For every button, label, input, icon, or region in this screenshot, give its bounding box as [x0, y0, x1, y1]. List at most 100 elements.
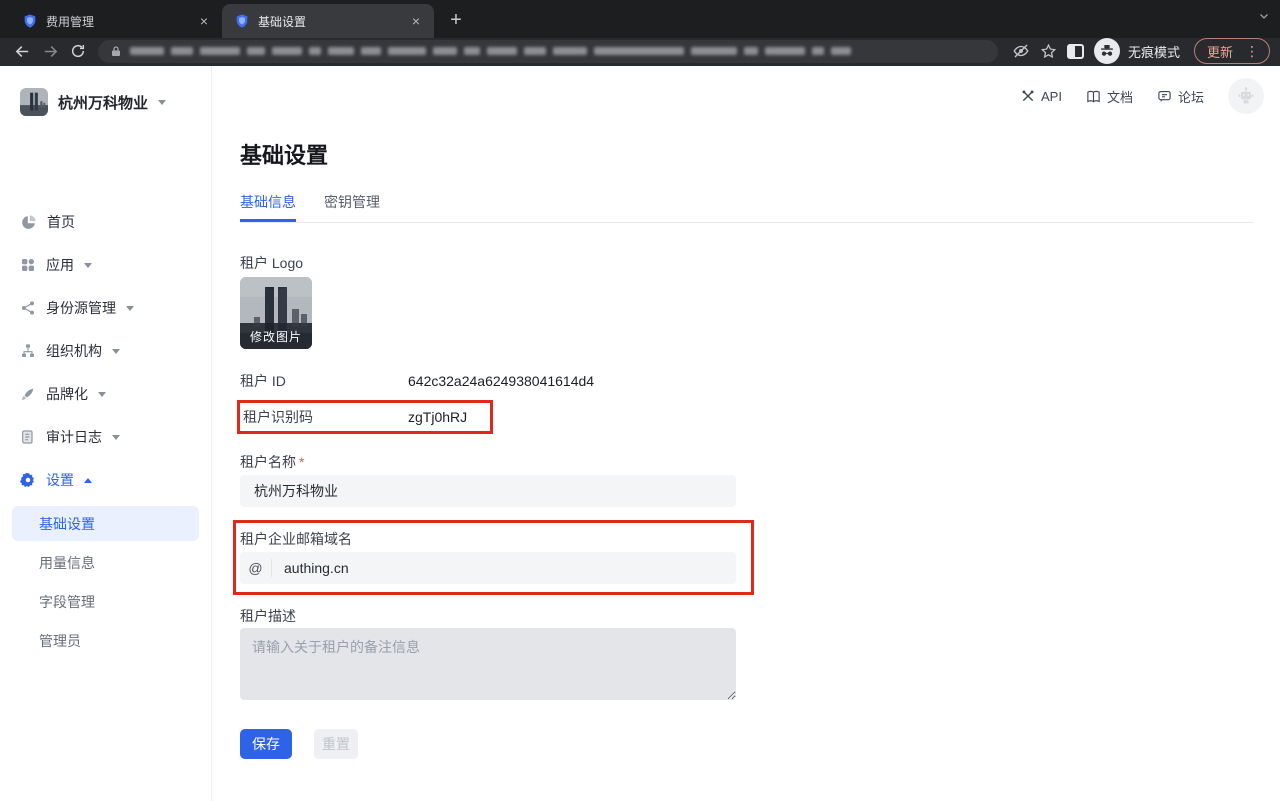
tenant-desc-label: 租户描述	[240, 606, 296, 626]
tenant-id-row: 租户 ID 642c32a24a624938041614d4	[240, 371, 594, 391]
tab-key-management[interactable]: 密钥管理	[324, 192, 380, 222]
at-sign-prefix: @	[240, 559, 272, 577]
org-logo	[20, 88, 48, 116]
tenant-name-label-text: 租户名称	[240, 454, 296, 470]
incognito-indicator: 无痕模式	[1094, 38, 1180, 64]
tab-basic-info[interactable]: 基础信息	[240, 192, 296, 222]
tenant-logo-uploader[interactable]: 修改图片	[240, 277, 312, 349]
sidebar-item-settings[interactable]: 设置	[0, 469, 211, 491]
email-domain-group: @	[240, 552, 736, 584]
chrome-update-button[interactable]: 更新 ⋮	[1194, 38, 1270, 64]
org-tree-icon	[20, 343, 36, 359]
sidebar-item-branding[interactable]: 品牌化	[0, 383, 211, 405]
sidebar-item-audit-logs[interactable]: 审计日志	[0, 426, 211, 448]
tab-close-icon[interactable]: ×	[408, 13, 424, 29]
api-label: API	[1041, 89, 1062, 104]
reset-button[interactable]: 重置	[314, 729, 358, 759]
chevron-down-icon	[98, 392, 106, 397]
brush-icon	[20, 386, 36, 402]
sidebar-item-label: 设置	[46, 470, 74, 490]
forward-button[interactable]	[38, 39, 62, 63]
sidebar-item-label: 应用	[46, 255, 74, 275]
sidebar-item-label: 首页	[47, 212, 75, 232]
sidebar-subitem-usage[interactable]: 用量信息	[12, 545, 199, 580]
sidebar-subitem-admins[interactable]: 管理员	[12, 623, 199, 658]
gear-icon	[20, 472, 36, 488]
tenant-logo-label: 租户 Logo	[240, 253, 303, 273]
required-asterisk: *	[299, 454, 304, 470]
page-tabs: 基础信息 密钥管理	[240, 192, 1253, 223]
bookmark-star-icon[interactable]	[1040, 43, 1057, 60]
sidebar-subitem-label: 字段管理	[39, 592, 95, 612]
audit-log-icon	[20, 429, 36, 445]
docs-link[interactable]: 文档	[1086, 87, 1133, 106]
chevron-down-icon	[84, 263, 92, 268]
annotation-box-email-domain: 租户企业邮箱域名 @	[233, 520, 754, 595]
tenant-name-input[interactable]	[240, 475, 736, 507]
org-name: 杭州万科物业	[58, 92, 148, 113]
chat-icon	[1157, 89, 1172, 104]
main-content: API 文档 论坛 基础设置 基础信息 密钥管理 租户 Logo 修改图片	[212, 66, 1280, 801]
tab-title: 基础设置	[258, 13, 400, 30]
email-domain-label: 租户企业邮箱域名	[240, 529, 751, 549]
chevron-down-icon	[126, 306, 134, 311]
tab-close-icon[interactable]: ×	[196, 13, 212, 29]
save-button[interactable]: 保存	[240, 729, 292, 759]
email-domain-input[interactable]	[272, 552, 736, 584]
chevron-up-icon	[84, 478, 92, 483]
tenant-name-label: 租户名称*	[240, 452, 304, 472]
reload-button[interactable]	[66, 39, 90, 63]
chevron-down-icon	[158, 100, 166, 105]
sidebar-item-label: 组织机构	[46, 341, 102, 361]
sidebar-item-identity-sources[interactable]: 身份源管理	[0, 297, 211, 319]
side-panel-icon[interactable]	[1067, 44, 1084, 59]
home-pie-icon	[20, 214, 37, 231]
browser-toolbar: 无痕模式 更新 ⋮	[0, 38, 1280, 66]
sidebar-item-label: 审计日志	[46, 427, 102, 447]
sidebar-item-org-structure[interactable]: 组织机构	[0, 340, 211, 362]
chevron-down-icon	[112, 435, 120, 440]
sidebar-item-label: 身份源管理	[46, 298, 116, 318]
change-image-overlay[interactable]: 修改图片	[240, 323, 312, 349]
robot-icon	[1236, 86, 1256, 106]
eye-off-icon[interactable]	[1012, 42, 1030, 60]
sidebar-subitem-label: 用量信息	[39, 553, 95, 573]
docs-label: 文档	[1107, 87, 1133, 106]
quick-links: API 文档 论坛	[1021, 78, 1264, 114]
browser-menu-icon[interactable]: ⋮	[1241, 43, 1263, 60]
tenant-id-label: 租户 ID	[240, 371, 408, 391]
browser-chrome: 费用管理 × 基础设置 × +	[0, 0, 1280, 66]
sidebar-item-label: 品牌化	[46, 384, 88, 404]
sidebar-subitem-label: 基础设置	[39, 514, 95, 534]
forum-label: 论坛	[1178, 87, 1204, 106]
api-link[interactable]: API	[1021, 89, 1062, 104]
sidebar: 杭州万科物业 首页 应用 身份源管理 组织机构	[0, 66, 212, 801]
sidebar-item-apps[interactable]: 应用	[0, 254, 211, 276]
apps-grid-icon	[20, 257, 36, 273]
tenant-code-label: 租户识别码	[243, 407, 408, 427]
page-title: 基础设置	[240, 138, 328, 170]
book-icon	[1086, 89, 1101, 104]
authing-favicon	[22, 13, 38, 29]
tab-title: 费用管理	[46, 13, 188, 30]
forum-link[interactable]: 论坛	[1157, 87, 1204, 106]
lock-icon	[110, 45, 122, 58]
new-tab-button[interactable]: +	[442, 7, 470, 35]
browser-tab-basic-settings[interactable]: 基础设置 ×	[222, 4, 434, 38]
tenant-code-value: zgTj0hRJ	[408, 409, 467, 425]
update-label: 更新	[1207, 42, 1233, 61]
share-network-icon	[20, 300, 36, 316]
sidebar-subitem-basic-settings[interactable]: 基础设置	[12, 506, 199, 541]
tab-strip: 费用管理 × 基础设置 × +	[0, 0, 1280, 38]
url-bar[interactable]	[98, 40, 998, 63]
sidebar-item-home[interactable]: 首页	[0, 211, 211, 233]
org-switcher[interactable]: 杭州万科物业	[20, 88, 166, 116]
redacted-url-text	[130, 47, 851, 55]
tab-search-chevron-icon[interactable]	[1258, 10, 1270, 22]
user-avatar[interactable]	[1228, 78, 1264, 114]
sidebar-subitem-fields[interactable]: 字段管理	[12, 584, 199, 619]
browser-tab-billing[interactable]: 费用管理 ×	[10, 4, 222, 38]
back-button[interactable]	[10, 39, 34, 63]
tenant-desc-textarea[interactable]	[240, 628, 736, 700]
chevron-down-icon	[112, 349, 120, 354]
